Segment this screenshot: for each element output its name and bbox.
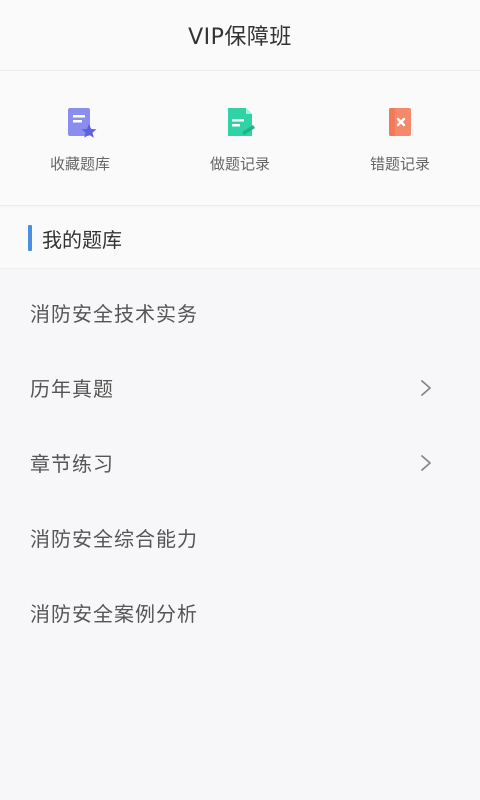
section-accent-bar (28, 225, 32, 251)
list-item-label: 历年真题 (30, 377, 114, 401)
list-item-comprehensive-ability[interactable]: 消防安全综合能力 (0, 500, 480, 575)
practice-record-icon (222, 105, 258, 141)
list-item-label: 章节练习 (30, 452, 114, 476)
wrong-record-icon (382, 105, 418, 141)
chevron-right-icon (421, 379, 431, 396)
list-item-label: 消防安全案例分析 (30, 602, 198, 626)
wrong-record-label: 错题记录 (369, 155, 430, 173)
favorite-bank-button[interactable]: 收藏题库 (0, 71, 160, 205)
practice-record-label: 做题记录 (209, 155, 270, 173)
list-item-case-analysis[interactable]: 消防安全案例分析 (0, 575, 480, 650)
section-title: 我的题库 (42, 227, 122, 252)
question-bank-list: 消防安全技术实务 历年真题 章节练习 消防安全综合能力 消防安全案例分析 (0, 275, 480, 650)
page-title: VIP保障班 (188, 25, 292, 50)
list-item-fire-safety-tech[interactable]: 消防安全技术实务 (0, 275, 480, 350)
list-item-past-exams[interactable]: 历年真题 (0, 350, 480, 425)
list-item-label: 消防安全技术实务 (30, 302, 198, 326)
favorite-bank-label: 收藏题库 (49, 155, 110, 173)
chevron-right-icon (421, 454, 431, 471)
favorite-bank-icon (62, 105, 98, 141)
title-bar: VIP保障班 (0, 0, 480, 71)
list-item-label: 消防安全综合能力 (30, 527, 198, 551)
app-screen: VIP保障班 收藏题库 做题记录 错题记录 我的题库 消防安全技术实务 历年真题… (0, 0, 480, 800)
wrong-record-button[interactable]: 错题记录 (320, 71, 480, 205)
shortcut-row: 收藏题库 做题记录 错题记录 (0, 71, 480, 206)
practice-record-button[interactable]: 做题记录 (160, 71, 320, 205)
section-header: 我的题库 (0, 208, 480, 269)
list-item-chapter-practice[interactable]: 章节练习 (0, 425, 480, 500)
